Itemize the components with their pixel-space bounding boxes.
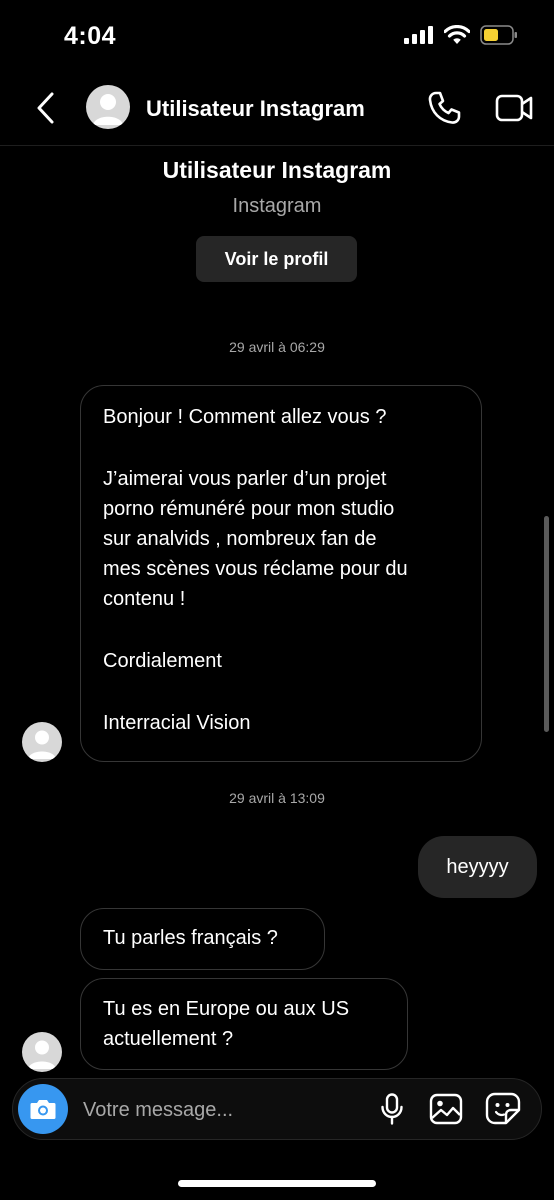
sticker-icon [485,1092,521,1125]
message-paragraph: J’aimerai vous parler d’un projet porno … [103,464,481,614]
status-time: 4:04 [64,22,117,50]
back-button[interactable] [28,88,64,128]
gallery-button[interactable] [429,1093,463,1125]
phone-icon [428,91,461,124]
message-text: contenu ! [103,588,186,610]
incoming-message[interactable]: Tu es en Europe ou aux US actuellement ? [80,978,408,1070]
default-avatar-icon [28,730,56,759]
sender-avatar[interactable] [22,722,62,762]
message-paragraph: Cordialement [103,646,481,676]
message-paragraph: Bonjour ! Comment allez vous ? [103,402,481,432]
incoming-message[interactable]: Tu parles français ? [80,908,325,970]
incoming-message[interactable]: Bonjour ! Comment allez vous ? J’aimerai… [80,385,482,762]
message-text: mes scènes vous réclame pour du [103,558,408,580]
status-icons [404,25,518,45]
message-text: Bonjour ! Comment allez vous ? [103,406,387,428]
header-avatar[interactable] [86,85,130,129]
video-call-button[interactable] [494,90,534,126]
default-avatar-icon [28,1040,56,1069]
audio-call-button[interactable] [424,88,464,128]
message-text: Interracial Vision [103,712,251,734]
message-text: J’aimerai vous parler d’un projet [103,468,387,490]
camera-icon [30,1100,56,1119]
default-avatar-icon [93,94,123,125]
outgoing-message[interactable]: heyyyy [418,836,537,898]
voice-message-button[interactable] [379,1093,405,1125]
message-paragraph: Interracial Vision [103,708,481,738]
dm-screen: 4:04 Utilisateur Instagram Utilisateur I… [0,0,554,1200]
cellular-signal-icon [404,26,433,44]
sender-avatar[interactable] [22,1032,62,1072]
message-text: heyyyy [446,855,509,878]
wifi-icon [444,25,470,44]
message-composer [12,1078,542,1140]
status-bar: 4:04 [0,0,554,72]
scrollbar[interactable] [544,516,549,732]
microphone-icon [381,1093,403,1125]
profile-subtitle: Instagram [232,195,322,217]
message-timestamp: 29 avril à 13:09 [229,790,325,806]
profile-name: Utilisateur Instagram [162,157,392,183]
image-icon [429,1093,463,1125]
camera-button[interactable] [18,1084,68,1134]
message-text: Tu parles français ? [103,927,278,949]
battery-icon [480,25,517,45]
chevron-left-icon [37,92,54,124]
home-indicator[interactable] [178,1180,376,1187]
view-profile-button[interactable]: Voir le profil [196,236,357,282]
sticker-button[interactable] [485,1092,521,1126]
conversation-header: Utilisateur Instagram [0,76,554,142]
message-timestamp: 29 avril à 06:29 [229,339,325,355]
message-text: Tu es en Europe ou aux US [103,998,350,1020]
header-divider [0,145,554,146]
header-title[interactable]: Utilisateur Instagram [146,96,365,122]
message-text: actuellement ? [103,1028,234,1050]
message-text: sur analvids , nombreux fan de [103,528,377,550]
message-text: porno rémunéré pour mon studio [103,498,395,520]
message-input[interactable] [81,1093,375,1127]
message-text: Cordialement [103,650,222,672]
video-camera-icon [495,94,533,122]
